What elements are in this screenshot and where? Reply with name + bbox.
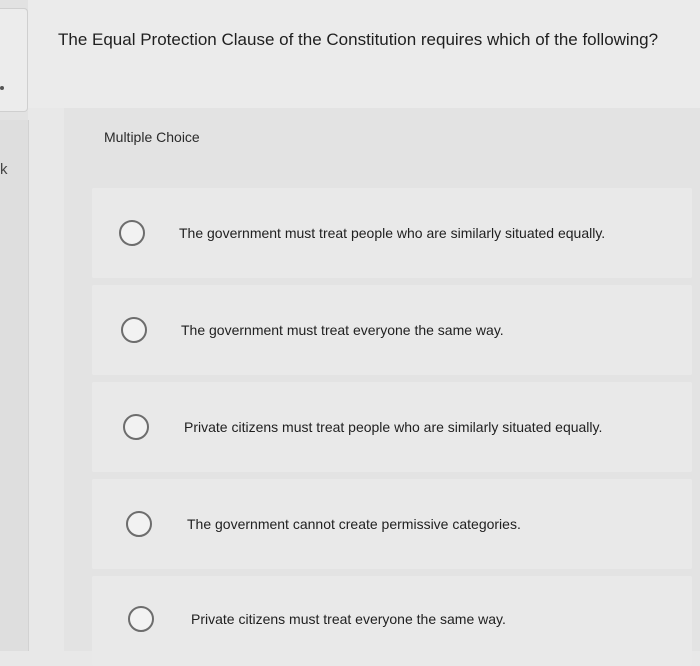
left-rail: k <box>0 0 29 651</box>
answer-option-5[interactable]: Private citizens must treat everyone the… <box>92 576 692 666</box>
multiple-choice-panel: Multiple Choice The government must trea… <box>64 108 700 666</box>
previous-panel-tab[interactable] <box>0 8 28 112</box>
answer-option-2[interactable]: The government must treat everyone the s… <box>92 285 692 375</box>
option-label: The government must treat people who are… <box>179 225 606 241</box>
radio-button[interactable] <box>123 414 149 440</box>
option-label: Private citizens must treat people who a… <box>184 419 603 435</box>
option-label: The government cannot create permissive … <box>187 516 521 532</box>
option-label: The government must treat everyone the s… <box>181 322 504 338</box>
radio-button[interactable] <box>121 317 147 343</box>
rail-dot <box>0 86 4 90</box>
answer-option-4[interactable]: The government cannot create permissive … <box>92 479 692 569</box>
radio-button[interactable] <box>126 511 152 537</box>
question-text: The Equal Protection Clause of the Const… <box>58 30 659 49</box>
answer-option-1[interactable]: The government must treat people who are… <box>92 188 692 278</box>
question-area: The Equal Protection Clause of the Const… <box>28 0 700 108</box>
radio-button[interactable] <box>128 606 154 632</box>
answer-option-3[interactable]: Private citizens must treat people who a… <box>92 382 692 472</box>
question-type-label: Multiple Choice <box>104 129 200 145</box>
option-label: Private citizens must treat everyone the… <box>191 611 506 627</box>
rail-letter: k <box>0 161 8 178</box>
side-panel <box>0 120 29 651</box>
radio-button[interactable] <box>119 220 145 246</box>
